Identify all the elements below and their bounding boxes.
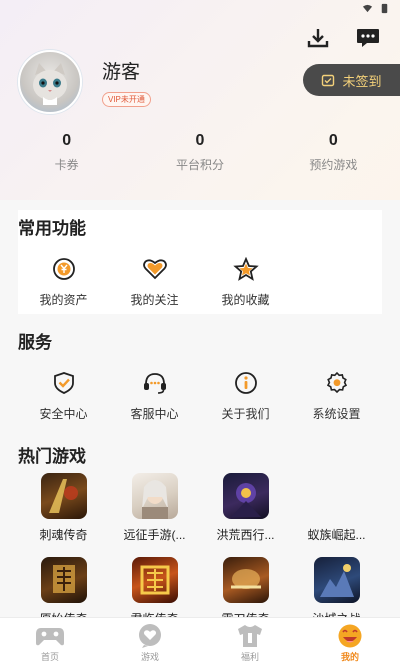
game-icon bbox=[131, 473, 178, 519]
game-icon bbox=[40, 473, 87, 519]
signin-label: 未签到 bbox=[342, 73, 382, 89]
tab-label: 福利 bbox=[240, 651, 259, 662]
tab-welfare[interactable]: 福利 bbox=[200, 618, 300, 667]
menu-label: 安全中心 bbox=[39, 407, 88, 421]
download-button[interactable] bbox=[304, 24, 332, 52]
vip-badge[interactable]: VIP未开通 bbox=[102, 92, 151, 107]
gift-shirt-icon bbox=[235, 623, 265, 649]
game-icon bbox=[222, 473, 269, 519]
calendar-check-icon bbox=[322, 74, 335, 87]
menu-my-follows[interactable]: 我的关注 bbox=[109, 256, 200, 308]
menu-label: 客服中心 bbox=[130, 407, 179, 421]
menu-label: 我的资产 bbox=[39, 293, 88, 307]
stat-label: 卡券 bbox=[54, 158, 79, 172]
common-functions-grid: 我的资产 我的关注 我的收藏 bbox=[18, 256, 382, 308]
gamepad-icon bbox=[35, 623, 65, 649]
info-icon bbox=[233, 370, 259, 396]
menu-my-assets[interactable]: 我的资产 bbox=[18, 256, 109, 308]
menu-label: 我的收藏 bbox=[221, 293, 270, 307]
game-item[interactable]: 远征手游(... bbox=[109, 473, 200, 543]
message-button[interactable] bbox=[354, 24, 382, 52]
game-name: 刺魂传奇 bbox=[39, 528, 88, 542]
game-icon bbox=[131, 557, 178, 603]
menu-system-settings[interactable]: 系统设置 bbox=[291, 370, 382, 422]
section-title-common: 常用功能 bbox=[18, 219, 86, 238]
stats-row: 0 卡券 0 平台积分 0 预约游戏 bbox=[0, 132, 400, 173]
hot-games-row-1: 刺魂传奇 远征手游(... 洪荒西行... 蚁族崛起... bbox=[18, 473, 382, 543]
game-name: 蚁族崛起... bbox=[307, 528, 366, 542]
game-bubble-icon bbox=[135, 623, 165, 649]
stat-points[interactable]: 0 平台积分 bbox=[133, 132, 266, 173]
top-actions bbox=[304, 24, 382, 52]
download-icon bbox=[307, 29, 329, 48]
menu-label: 我的关注 bbox=[130, 293, 179, 307]
gear-icon bbox=[324, 370, 350, 396]
yen-coin-icon bbox=[51, 256, 77, 282]
message-icon bbox=[357, 29, 379, 47]
menu-label: 系统设置 bbox=[312, 407, 361, 421]
stat-value: 0 bbox=[62, 132, 72, 149]
stat-label: 预约游戏 bbox=[309, 158, 358, 172]
game-item[interactable]: 刺魂传奇 bbox=[18, 473, 109, 543]
username[interactable]: 游客 bbox=[102, 57, 151, 84]
menu-security-center[interactable]: 安全中心 bbox=[18, 370, 109, 422]
section-title-hot-games: 热门游戏 bbox=[18, 447, 86, 466]
wifi-icon bbox=[362, 4, 373, 12]
tab-home[interactable]: 首页 bbox=[0, 618, 100, 667]
tab-games[interactable]: 游戏 bbox=[100, 618, 200, 667]
avatar[interactable] bbox=[18, 50, 82, 114]
shield-icon bbox=[51, 370, 77, 396]
game-name: 远征手游(... bbox=[123, 528, 186, 542]
services-grid: 安全中心 客服中心 关于我们 系统设置 bbox=[18, 370, 382, 422]
stat-value: 0 bbox=[328, 132, 338, 149]
star-icon bbox=[232, 256, 259, 282]
game-icon bbox=[313, 557, 360, 603]
stat-coupons[interactable]: 0 卡券 bbox=[0, 132, 133, 173]
menu-customer-service[interactable]: 客服中心 bbox=[109, 370, 200, 422]
bottom-tab-bar: 首页 游戏 福利 我的 bbox=[0, 617, 400, 667]
heart-icon bbox=[142, 256, 168, 282]
stat-value: 0 bbox=[195, 132, 205, 149]
stat-reserved-games[interactable]: 0 预约游戏 bbox=[267, 132, 400, 173]
game-name: 洪荒西行... bbox=[216, 528, 275, 542]
tab-label: 我的 bbox=[340, 651, 359, 662]
signin-button[interactable]: 未签到 bbox=[303, 64, 400, 96]
stat-label: 平台积分 bbox=[175, 158, 224, 172]
menu-label: 关于我们 bbox=[221, 407, 270, 421]
game-item[interactable]: 洪荒西行... bbox=[200, 473, 291, 543]
headset-icon bbox=[142, 370, 168, 396]
tab-mine[interactable]: 我的 bbox=[300, 618, 400, 667]
tab-label: 首页 bbox=[40, 651, 59, 662]
cat-avatar-icon bbox=[33, 63, 67, 105]
game-icon bbox=[314, 473, 360, 519]
battery-icon bbox=[381, 3, 388, 13]
game-item[interactable]: 蚁族崛起... bbox=[291, 473, 382, 543]
section-title-services: 服务 bbox=[18, 333, 52, 352]
game-icon bbox=[222, 557, 269, 603]
menu-my-favorites[interactable]: 我的收藏 bbox=[200, 256, 291, 308]
game-icon bbox=[40, 557, 87, 603]
status-bar bbox=[362, 0, 390, 16]
menu-about-us[interactable]: 关于我们 bbox=[200, 370, 291, 422]
tab-label: 游戏 bbox=[140, 651, 159, 662]
smiley-face-icon bbox=[335, 623, 365, 649]
profile-header: 游客 VIP未开通 bbox=[18, 50, 151, 114]
